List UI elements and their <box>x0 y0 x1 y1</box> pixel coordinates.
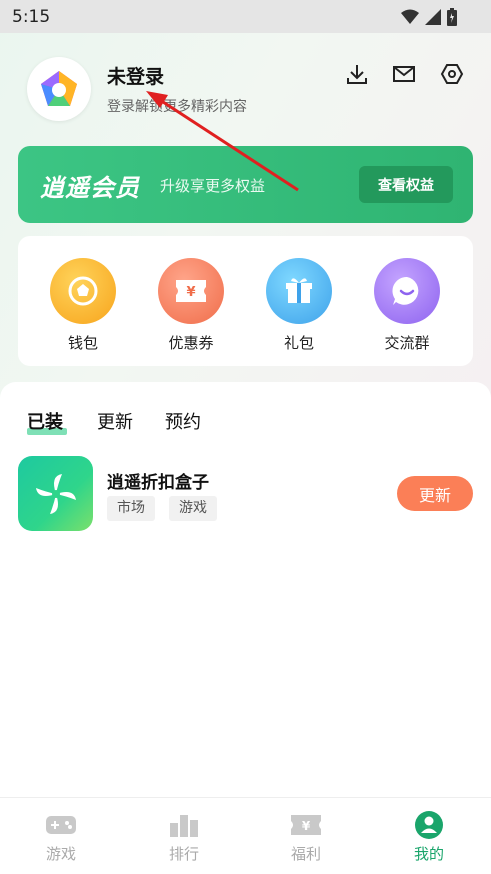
nav-item-welfare[interactable]: ¥ 福利 <box>276 810 336 864</box>
quick-action-label: 钱包 <box>67 334 98 352</box>
coupon-icon: ¥ <box>158 258 224 324</box>
ticket-icon: ¥ <box>276 810 336 840</box>
bottom-nav: 游戏 排行 ¥ 福利 我的 <box>0 797 491 874</box>
tab-reservations[interactable]: 预约 <box>165 408 201 434</box>
nav-label: 福利 <box>290 845 321 863</box>
status-icons <box>401 8 457 26</box>
nav-item-ranking[interactable]: 排行 <box>154 810 214 864</box>
signal-icon <box>425 9 441 25</box>
quick-action-label: 优惠券 <box>168 334 214 352</box>
app-icon[interactable] <box>18 456 93 531</box>
quick-action-coupon[interactable]: ¥ 优惠券 <box>151 258 231 353</box>
ranking-icon <box>154 810 214 840</box>
status-bar: 5:15 <box>0 0 491 33</box>
vip-subtitle: 升级享更多权益 <box>160 177 266 195</box>
svg-text:¥: ¥ <box>302 819 311 833</box>
mail-icon[interactable] <box>392 62 416 86</box>
nav-label: 游戏 <box>45 845 76 863</box>
nav-item-profile[interactable]: 我的 <box>399 810 459 864</box>
status-time: 5:15 <box>12 7 51 27</box>
installed-apps-panel: 已装 更新 预约 逍遥折扣盒子 市场 游戏 更新 <box>0 382 491 802</box>
quick-action-chat[interactable]: 交流群 <box>367 258 447 353</box>
nav-label: 我的 <box>413 845 444 863</box>
app-logo-icon <box>41 71 77 106</box>
view-benefits-button[interactable]: 查看权益 <box>359 166 453 203</box>
pinwheel-icon <box>35 473 76 514</box>
battery-icon <box>447 8 457 26</box>
update-button[interactable]: 更新 <box>397 476 473 511</box>
avatar[interactable] <box>27 57 91 121</box>
download-icon[interactable] <box>345 62 369 86</box>
chat-icon <box>374 258 440 324</box>
vip-title: 逍遥会员 <box>40 174 140 202</box>
tab-installed[interactable]: 已装 <box>27 408 63 434</box>
quick-action-gift[interactable]: 礼包 <box>259 258 339 353</box>
svg-text:¥: ¥ <box>186 285 195 300</box>
profile-icon <box>399 810 459 840</box>
quick-action-wallet[interactable]: 钱包 <box>43 258 123 353</box>
login-title[interactable]: 未登录 <box>107 62 164 89</box>
app-tag: 市场 <box>107 496 155 521</box>
app-name[interactable]: 逍遥折扣盒子 <box>107 468 209 493</box>
gift-icon <box>266 258 332 324</box>
wallet-icon <box>50 258 116 324</box>
nav-label: 排行 <box>168 845 199 863</box>
quick-action-label: 交流群 <box>384 334 430 352</box>
tab-updates[interactable]: 更新 <box>97 408 133 434</box>
app-tag: 游戏 <box>169 496 217 521</box>
vip-banner[interactable]: 逍遥会员 升级享更多权益 查看权益 <box>18 146 473 223</box>
gamepad-icon <box>31 810 91 840</box>
settings-icon[interactable] <box>440 62 464 86</box>
quick-action-label: 礼包 <box>283 334 314 352</box>
quick-actions-card: 钱包 ¥ 优惠券 礼包 交流群 <box>18 236 473 366</box>
nav-item-games[interactable]: 游戏 <box>31 810 91 864</box>
login-subtitle[interactable]: 登录解锁更多精彩内容 <box>107 96 247 116</box>
wifi-icon <box>401 9 419 24</box>
